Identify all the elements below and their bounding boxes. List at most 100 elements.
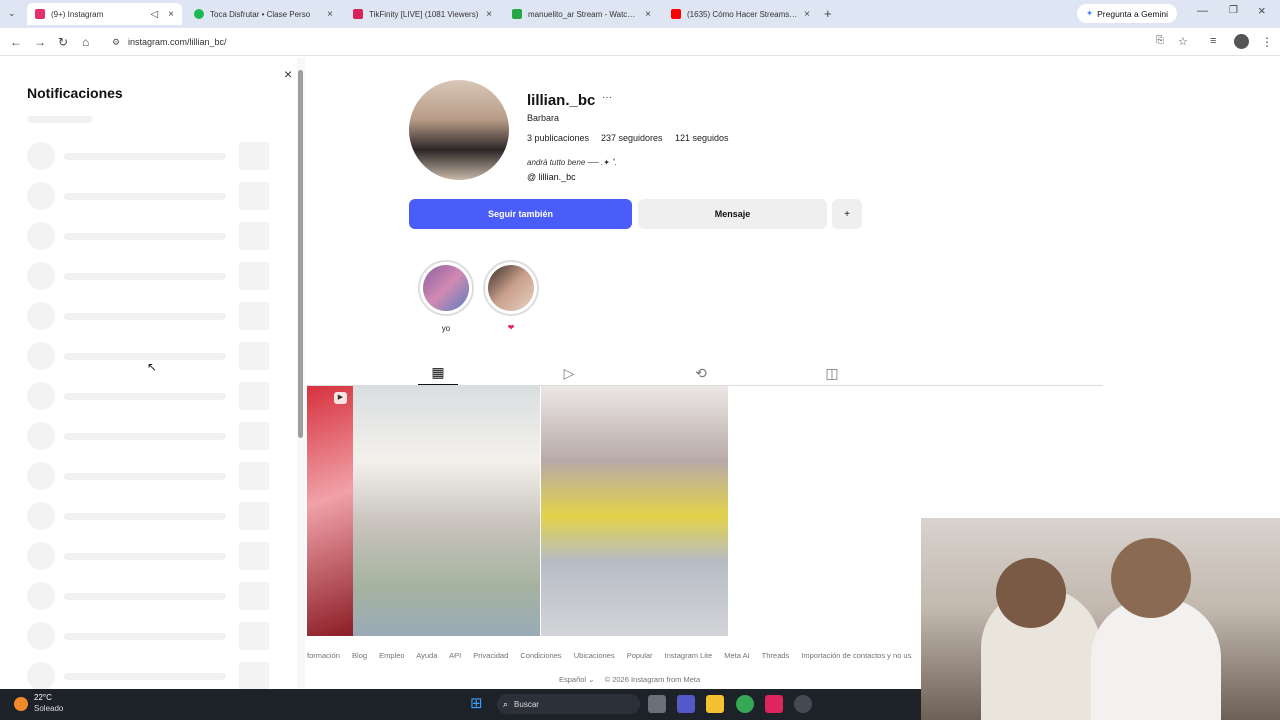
profile-avatar-image[interactable] [409,80,509,180]
tab-instagram[interactable]: (9+) Instagram ◁ × [27,3,182,25]
tab-kick[interactable]: manuelito_ar Stream - Watch Li × [504,3,659,25]
skeleton-avatar [27,582,55,610]
footer-link[interactable]: Blog [352,651,367,660]
close-tab-icon[interactable]: × [168,9,174,20]
install-app-icon[interactable]: ⎘ [1156,35,1164,46]
close-window-icon[interactable]: × [1258,3,1266,18]
panel-scrollbar-thumb[interactable] [298,70,303,438]
post-girl-photo[interactable] [541,386,728,636]
footer-link[interactable]: Privacidad [473,651,508,660]
media-controls-icon[interactable]: ≡ [1210,35,1216,47]
home-icon[interactable]: ⌂ [82,35,89,49]
follow-back-button[interactable]: Seguir también [409,199,632,229]
spotify-icon [194,9,204,19]
footer-link[interactable]: Empleo [379,651,404,660]
kick-icon [512,9,522,19]
skeleton-avatar [27,382,55,410]
reload-icon[interactable]: ↻ [58,35,68,49]
skeleton-header [27,116,93,123]
tab-posts[interactable]: ▦ [418,361,458,385]
footer-link[interactable]: Ubicaciones [574,651,615,660]
highlight-cover [423,265,469,311]
steam-icon[interactable] [794,695,812,713]
skeleton-avatar [27,622,55,650]
tagged-icon: ◫ [825,364,839,381]
footer-link[interactable]: Importación de contactos y no us [801,651,911,660]
skeleton-line [64,593,226,600]
close-panel-icon[interactable]: × [284,66,292,82]
mouse-cursor-icon: ↖ [147,360,158,374]
tab-reels[interactable]: ▷ [549,361,589,385]
skeleton-line [64,193,226,200]
bookmark-star-icon[interactable]: ☆ [1178,35,1188,48]
task-view-icon[interactable] [648,695,666,713]
skeleton-thumb [239,382,269,410]
skeleton-line [64,393,226,400]
weather-icon[interactable] [14,697,28,711]
instagram-icon [35,9,45,19]
close-tab-icon[interactable]: × [327,9,333,20]
footer-link[interactable]: Threads [762,651,790,660]
teams-icon[interactable] [677,695,695,713]
followers-count[interactable]: 237 seguidores [601,133,663,143]
threads-handle: lillian._bc [538,172,576,182]
threads-link[interactable]: @ lillian._bc [527,172,576,182]
gemini-button[interactable]: ✦ Pregunta a Gemini [1077,4,1177,23]
back-icon[interactable]: ← [10,35,22,49]
close-tab-icon[interactable]: × [804,9,810,20]
add-user-icon: + [844,208,850,220]
tab-tikfinity[interactable]: TikFinity [LIVE] (1081 Viewers) × [345,3,500,25]
language-select[interactable]: Español [559,675,586,684]
webcam-overlay [921,518,1280,720]
menu-dots-icon[interactable]: ⋮ [1261,35,1273,49]
url-text: instagram.com/lillian_bc/ [128,37,227,47]
close-tab-icon[interactable]: × [486,9,492,20]
skeleton-line [64,153,226,160]
skeleton-line [64,553,226,560]
tab-list-chevron-icon[interactable]: ⌄ [8,8,16,19]
notifications-panel: Notificaciones × ↖ [0,58,298,690]
footer-link[interactable]: Popular [627,651,653,660]
forward-icon[interactable]: → [34,35,46,49]
footer-link[interactable]: Ayuda [416,651,437,660]
site-info-icon[interactable]: ⚙ [112,33,120,51]
suggest-users-button[interactable]: + [832,199,862,229]
url-field[interactable]: ⚙ instagram.com/lillian_bc/ [108,33,1148,51]
highlight-heart[interactable] [483,260,539,316]
footer-link[interactable]: API [449,651,461,660]
chrome-icon[interactable] [736,695,754,713]
tab-spotify[interactable]: Toca Disfrutar • Clase Perso × [186,3,341,25]
footer-link[interactable]: Condiciones [520,651,561,660]
post-reel[interactable]: ▶ [307,386,353,636]
skeleton-thumb [239,582,269,610]
following-count[interactable]: 121 seguidos [675,133,729,143]
skeleton-line [64,633,226,640]
tab-title: (1635) Cómo Hacer Streams en [687,9,799,19]
tab-youtube[interactable]: (1635) Cómo Hacer Streams en × [663,3,818,25]
maximize-icon[interactable]: ❐ [1229,5,1238,16]
profile-username: lillian._bc [527,92,596,109]
message-button[interactable]: Mensaje [638,199,827,229]
profile-avatar[interactable] [1234,34,1249,49]
post-family-photo[interactable] [353,386,540,636]
file-explorer-icon[interactable] [706,695,724,713]
tiktok-icon[interactable] [765,695,783,713]
threads-icon: @ [527,172,537,182]
tab-reposts[interactable]: ⟲ [681,361,721,385]
footer-link[interactable]: formación [307,651,340,660]
skeleton-avatar [27,462,55,490]
taskbar-search[interactable]: ⌕ Buscar [497,694,640,714]
new-tab-icon[interactable]: + [824,6,832,21]
skeleton-line [64,673,226,680]
more-options-icon[interactable]: ··· [602,92,612,103]
tab-tagged[interactable]: ◫ [812,361,852,385]
footer-link[interactable]: Meta AI [724,651,749,660]
minimize-icon[interactable]: — [1197,5,1208,17]
footer-bottom: Español ⌄ © 2026 Instagram from Meta [559,675,700,684]
highlight-yo[interactable] [418,260,474,316]
windows-start-icon[interactable]: ⊞ [470,696,483,712]
browser-tab-bar: ⌄ (9+) Instagram ◁ × Toca Disfrutar • Cl… [0,0,1280,28]
footer-link[interactable]: Instagram Lite [665,651,713,660]
close-tab-icon[interactable]: × [645,9,651,20]
mute-icon[interactable]: ◁ [150,9,158,20]
